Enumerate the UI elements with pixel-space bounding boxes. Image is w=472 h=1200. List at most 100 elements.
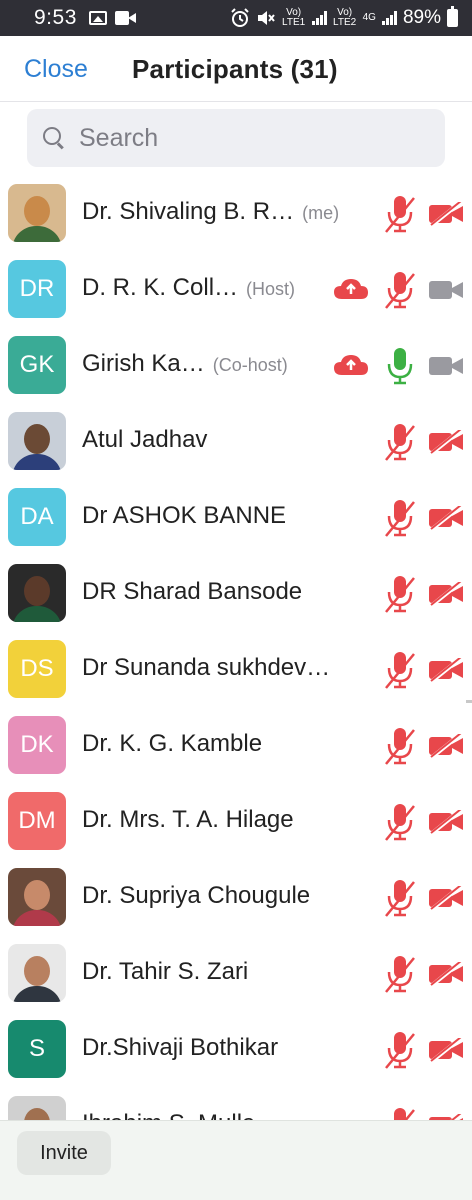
participant-name: Dr. Shivaling B. R… [82,198,295,225]
footer: Invite [0,1120,472,1200]
avatar-photo-body [12,606,62,622]
mic-muted-icon[interactable] [384,194,416,234]
video-off-icon[interactable] [428,200,464,228]
avatar: DS [8,640,66,698]
network-1-label: Vo) LTE1 [282,7,306,28]
participant-role-tag: (Host) [246,279,296,299]
gallery-icon [88,11,107,25]
avatar: DR [8,260,66,318]
avatar-photo-head [24,1108,50,1120]
avatar-photo-body [12,226,62,242]
avatar-photo-head [24,880,50,910]
alarm-icon [230,8,249,27]
avatar [8,944,66,1002]
mic-muted-icon[interactable] [384,574,416,614]
participant-row[interactable]: Dr. Tahir S. Zari [0,936,472,1012]
video-off-icon[interactable] [428,580,464,608]
header: Close Participants (31) [0,36,472,102]
video-off-icon[interactable] [428,960,464,988]
participant-name: Dr Sunanda sukhdev… [82,654,331,681]
participant-row[interactable]: Dr. Supriya Chougule [0,860,472,936]
avatar-initials: DK [20,731,54,758]
participant-row[interactable]: DM Dr. Mrs. T. A. Hilage [0,784,472,860]
participant-row[interactable]: DS Dr Sunanda sukhdev… [0,632,472,708]
avatar-photo-head [24,956,50,986]
avatar: DM [8,792,66,850]
participant-role-tag: (Co-host) [212,355,288,375]
video-off-icon[interactable] [428,656,464,684]
mic-muted-icon[interactable] [384,802,416,842]
avatar-initials: DR [19,275,55,302]
avatar-photo-head [24,424,50,454]
mic-muted-icon[interactable] [384,498,416,538]
search-input[interactable] [79,123,419,153]
signal-icon [381,11,397,25]
mic-muted-icon[interactable] [384,422,416,462]
participant-name: Ibrahim S. Mulla... [82,1110,275,1120]
avatar-initials: S [28,1035,45,1062]
participant-row[interactable]: S Dr.Shivaji Bothikar [0,1012,472,1088]
participant-name: D. R. K. Coll… [82,274,239,301]
avatar: DA [8,488,66,546]
participant-row[interactable]: DR Sharad Bansode [0,556,472,632]
video-icon[interactable] [428,278,464,302]
mic-muted-icon[interactable] [384,1106,416,1120]
avatar-initials: DM [18,807,56,834]
mic-muted-icon[interactable] [384,1030,416,1070]
participant-row[interactable]: Dr. Shivaling B. R… (me) [0,176,472,252]
video-off-icon[interactable] [428,428,464,456]
search-bar[interactable] [27,109,445,167]
participant-row[interactable]: GK Girish Ka… (Co-host) [0,328,472,404]
participant-row[interactable]: Ibrahim S. Mulla... [0,1088,472,1120]
avatar [8,564,66,622]
mic-muted-icon[interactable] [384,726,416,766]
participant-name: Dr.Shivaji Bothikar [82,1034,279,1061]
avatar [8,412,66,470]
participant-row[interactable]: DK Dr. K. G. Kamble [0,708,472,784]
status-bar: 9:53 Vo) LTE1 Vo) LTE2 4G 89% [0,0,472,36]
status-time: 9:53 [34,6,77,29]
avatar-photo-head [24,196,50,226]
mic-muted-icon[interactable] [384,878,416,918]
mic-icon[interactable] [384,346,416,386]
avatar: DK [8,716,66,774]
participant-name: Atul Jadhav [82,426,208,453]
participant-list[interactable]: Dr. Shivaling B. R… (me) DR D. R. K. Coll… (… [0,176,472,1120]
avatar [8,184,66,242]
participant-row[interactable]: DA Dr ASHOK BANNE [0,480,472,556]
close-button[interactable]: Close [24,55,88,84]
participant-row[interactable]: DR D. R. K. Coll… (Host) [0,252,472,328]
participant-name: Dr. K. G. Kamble [82,730,263,757]
video-off-icon[interactable] [428,1036,464,1064]
scrollbar[interactable] [466,700,472,703]
mute-icon [257,11,275,25]
avatar-initials: DA [20,503,54,530]
signal-icon [311,11,327,25]
participant-name: Dr. Mrs. T. A. Hilage [82,806,294,833]
search-icon [43,127,65,149]
mic-muted-icon[interactable] [384,650,416,690]
mic-muted-icon[interactable] [384,270,416,310]
video-camera-icon [114,11,137,25]
participant-name: DR Sharad Bansode [82,578,303,605]
avatar [8,868,66,926]
avatar-initials: GK [19,351,55,378]
avatar-photo-body [12,454,62,470]
avatar [8,1096,66,1120]
invite-button[interactable]: Invite [17,1131,111,1175]
participant-name: Dr. Tahir S. Zari [82,958,249,985]
participant-row[interactable]: Atul Jadhav [0,404,472,480]
video-off-icon[interactable] [428,504,464,532]
avatar-photo-body [12,986,62,1002]
participant-name: Dr. Supriya Chougule [82,882,311,909]
avatar-photo-head [24,576,50,606]
video-icon[interactable] [428,354,464,378]
participant-name: Dr ASHOK BANNE [82,502,287,529]
video-off-icon[interactable] [428,884,464,912]
video-off-icon[interactable] [428,808,464,836]
cloud-recording-icon [333,354,369,376]
participant-name: Girish Ka… [82,350,205,377]
video-off-icon[interactable] [428,732,464,760]
network-type-label: 4G [362,12,376,23]
mic-muted-icon[interactable] [384,954,416,994]
